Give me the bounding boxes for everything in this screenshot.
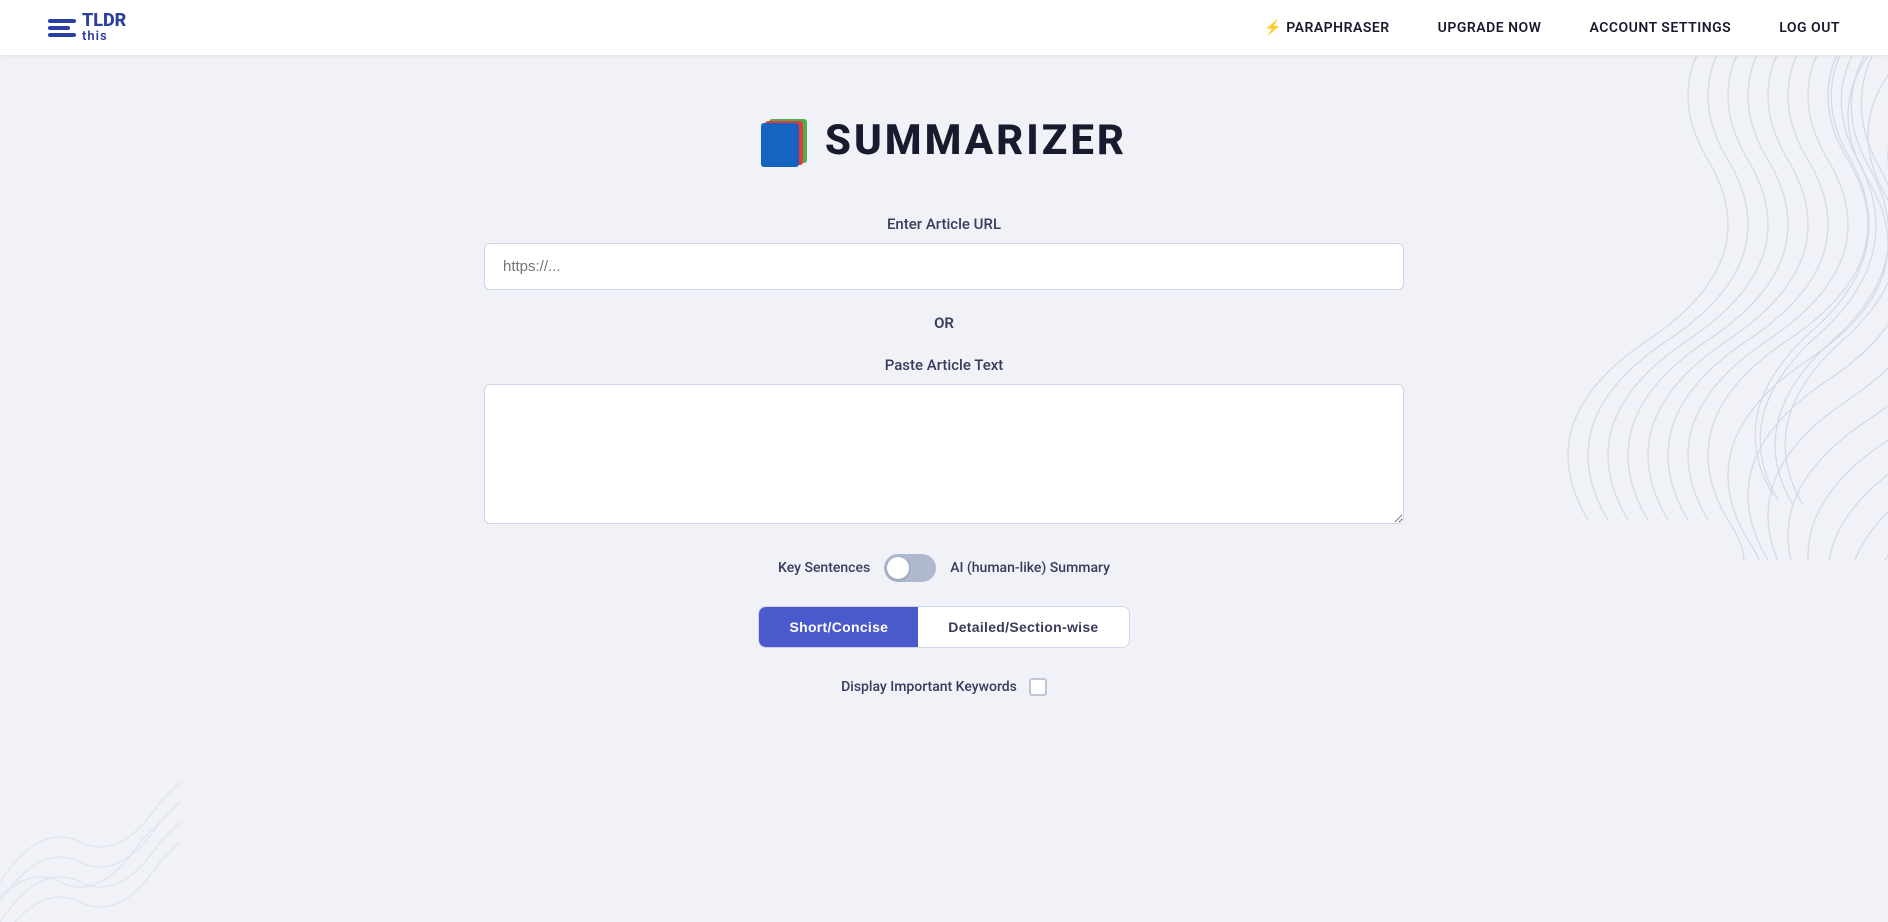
text-area-label: Paste Article Text: [484, 356, 1404, 374]
book-front: [761, 123, 799, 167]
toggle-left-label: Key Sentences: [778, 560, 870, 576]
toggle-slider: [884, 554, 936, 582]
mode-short-button[interactable]: Short/Concise: [759, 607, 918, 647]
navbar: TLDR this ⚡ PARAPHRASER UPGRADE NOW ACCO…: [0, 0, 1888, 56]
toggle-row: Key Sentences AI (human-like) Summary: [778, 554, 1110, 582]
navbar-nav: ⚡ PARAPHRASER UPGRADE NOW ACCOUNT SETTIN…: [1264, 20, 1840, 36]
mode-buttons: Short/Concise Detailed/Section-wise: [758, 606, 1129, 648]
url-input[interactable]: [484, 243, 1404, 290]
logo-this: this: [82, 30, 126, 43]
paraphraser-label: PARAPHRASER: [1286, 20, 1389, 36]
keywords-row: Display Important Keywords: [841, 678, 1047, 696]
toggle-right-label: AI (human-like) Summary: [950, 560, 1110, 576]
logo-icon: [48, 19, 76, 37]
keywords-checkbox[interactable]: [1029, 678, 1047, 696]
url-label: Enter Article URL: [484, 215, 1404, 233]
logo-line-2: [48, 26, 70, 30]
or-divider: OR: [934, 314, 954, 332]
nav-account[interactable]: ACCOUNT SETTINGS: [1589, 20, 1731, 36]
logo-line-3: [48, 33, 76, 37]
mode-detailed-button[interactable]: Detailed/Section-wise: [918, 607, 1128, 647]
main-content: SUMMARIZER Enter Article URL OR Paste Ar…: [0, 56, 1888, 736]
nav-paraphraser[interactable]: ⚡ PARAPHRASER: [1264, 20, 1389, 36]
article-textarea[interactable]: [484, 384, 1404, 524]
summary-toggle[interactable]: [884, 554, 936, 582]
nav-upgrade[interactable]: UPGRADE NOW: [1438, 20, 1542, 36]
logo-tldr: TLDR: [82, 12, 126, 30]
summarizer-icon: [761, 117, 809, 165]
paraphraser-icon: ⚡: [1264, 20, 1282, 36]
logo-text: TLDR this: [82, 12, 126, 43]
page-title: SUMMARIZER: [825, 116, 1127, 165]
form-container: Enter Article URL OR Paste Article Text …: [484, 215, 1404, 696]
logo-line-1: [48, 19, 76, 23]
nav-logout[interactable]: LOG OUT: [1779, 20, 1840, 36]
logo-link[interactable]: TLDR this: [48, 12, 126, 43]
page-title-container: SUMMARIZER: [761, 116, 1127, 165]
keywords-label: Display Important Keywords: [841, 679, 1017, 695]
